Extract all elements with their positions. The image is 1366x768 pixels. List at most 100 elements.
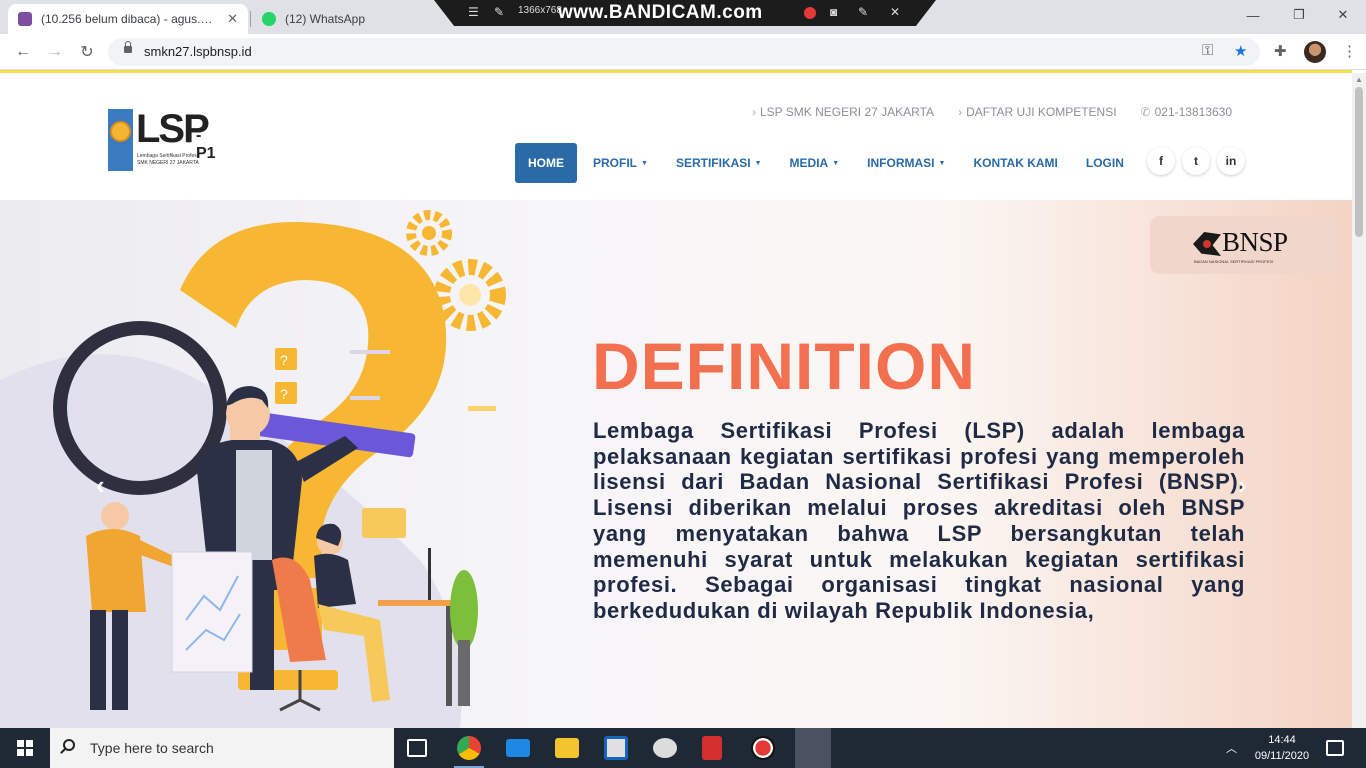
paint-icon[interactable] bbox=[653, 738, 677, 758]
twitter-icon: t bbox=[1194, 154, 1198, 168]
hero-illustration: ? ? bbox=[0, 210, 506, 728]
bnsp-logo-mark bbox=[1193, 232, 1221, 256]
top-link-label: LSP SMK NEGERI 27 JAKARTA bbox=[760, 105, 935, 119]
back-button[interactable]: ← bbox=[12, 41, 34, 63]
twitter-button[interactable]: t bbox=[1182, 147, 1210, 175]
key-icon[interactable]: ⚿ bbox=[1202, 42, 1213, 59]
slider-next-arrow[interactable]: › bbox=[1238, 470, 1247, 501]
restore-button[interactable]: ❐ bbox=[1276, 0, 1322, 30]
top-link-label: 021-13813630 bbox=[1154, 105, 1233, 119]
nav-kontak-kami[interactable]: KONTAK KAMI bbox=[973, 156, 1057, 170]
taskbar-clock[interactable]: 14:44 09/11/2020 bbox=[1252, 732, 1312, 764]
tab-title: (12) WhatsApp bbox=[285, 12, 366, 26]
minimize-button[interactable]: — bbox=[1230, 0, 1276, 30]
tab-close-icon[interactable]: ✕ bbox=[227, 11, 238, 27]
close-icon[interactable]: ✕ bbox=[890, 5, 900, 19]
logo-subtitle-school: SMK NEGERI 27 JAKARTA bbox=[137, 160, 199, 166]
profile-avatar[interactable] bbox=[1304, 41, 1326, 63]
menu-icon[interactable]: ☰ bbox=[468, 5, 479, 19]
bnsp-tagline: BADAN NASIONAL SERTIFIKASI PROFESI bbox=[1194, 259, 1274, 264]
browser-toolbar: ← → ↻ smkn27.lspbnsp.id ⚿ ★ ✚ ⋮ bbox=[0, 34, 1366, 70]
nav-media[interactable]: MEDIA ▼ bbox=[790, 156, 840, 170]
caret-down-icon: ▼ bbox=[938, 159, 946, 167]
top-link-daftar[interactable]: › DAFTAR UJI KOMPETENSI bbox=[958, 105, 1116, 119]
mail-icon bbox=[18, 12, 32, 26]
page-scrollbar[interactable]: ▲ bbox=[1352, 73, 1366, 728]
extensions-icon[interactable]: ✚ bbox=[1274, 42, 1287, 60]
reload-icon: ↻ bbox=[80, 44, 94, 61]
nav-profil[interactable]: PROFIL ▼ bbox=[593, 156, 648, 170]
clock-date: 09/11/2020 bbox=[1254, 750, 1310, 762]
tab-title: (10.256 belum dibaca) - agus.sa: bbox=[41, 12, 216, 26]
nav-label: PROFIL bbox=[593, 156, 637, 170]
notification-icon[interactable] bbox=[1326, 740, 1344, 756]
nav-label: LOGIN bbox=[1085, 156, 1124, 170]
bookmark-star-icon[interactable]: ★ bbox=[1234, 42, 1247, 60]
arrow-right-icon: → bbox=[47, 43, 63, 60]
top-link-phone[interactable]: ✆ 021-13813630 bbox=[1141, 105, 1232, 119]
top-link-label: DAFTAR UJI KOMPETENSI bbox=[966, 105, 1117, 119]
bnsp-wordmark: BNSP bbox=[1222, 227, 1288, 257]
bandicam-watermark: www.BANDICAM.com bbox=[558, 2, 763, 23]
main-nav: HOME PROFIL ▼ SERTIFIKASI ▼ MEDIA ▼ INFORMA… bbox=[515, 143, 1152, 183]
hero-slider: ? ? BNSP BADAN NASIONAL SERTIFIKASI PROF… bbox=[0, 200, 1352, 728]
hero-title: DEFINITION bbox=[592, 329, 976, 403]
record-icon[interactable] bbox=[804, 7, 816, 19]
bnsp-badge: BNSP BADAN NASIONAL SERTIFIKASI PROFESI bbox=[1150, 216, 1338, 274]
svg-text:?: ? bbox=[280, 386, 288, 402]
linkedin-button[interactable]: in bbox=[1217, 147, 1245, 175]
hero-body: Lembaga Sertifikasi Profesi (LSP) adalah… bbox=[593, 418, 1245, 623]
bandicam-record-icon[interactable] bbox=[751, 736, 775, 760]
tray-chevron-icon[interactable]: ︿ bbox=[1226, 728, 1237, 768]
tab-gmail[interactable]: (10.256 belum dibaca) - agus.sa: ✕ bbox=[8, 4, 248, 34]
linkedin-icon: in bbox=[1225, 154, 1237, 168]
store-icon[interactable] bbox=[604, 736, 628, 760]
windows-taskbar: Type here to search ︿ 14:44 09/11/2020 bbox=[0, 728, 1366, 768]
site-logo[interactable]: LSP -P1 Lembaga Sertifikasi Profesi SMK … bbox=[108, 107, 220, 173]
mail-app-icon[interactable] bbox=[506, 739, 530, 757]
nav-label: HOME bbox=[528, 156, 564, 170]
top-links: › LSP SMK NEGERI 27 JAKARTA › DAFTAR UJI K… bbox=[752, 105, 1232, 119]
slider-prev-arrow[interactable]: ‹ bbox=[96, 470, 105, 501]
scrollbar-thumb[interactable] bbox=[1355, 87, 1363, 237]
top-link-lsp[interactable]: › LSP SMK NEGERI 27 JAKARTA bbox=[752, 105, 934, 119]
window-close-button[interactable]: ✕ bbox=[1320, 0, 1366, 30]
nav-label: MEDIA bbox=[789, 156, 829, 170]
pencil-icon[interactable]: ✎ bbox=[858, 5, 868, 19]
logo-suffix: -P1 bbox=[196, 127, 216, 162]
recording-resolution: 1366x768 bbox=[518, 5, 562, 16]
chrome-icon[interactable] bbox=[457, 736, 481, 760]
logo-subtitle: Lembaga Sertifikasi Profesi bbox=[137, 153, 198, 159]
caret-down-icon: ▼ bbox=[832, 159, 840, 167]
reload-button[interactable]: ↻ bbox=[76, 41, 98, 63]
pin-icon[interactable]: ✎ bbox=[494, 5, 504, 19]
facebook-button[interactable]: f bbox=[1147, 147, 1175, 175]
nav-label: SERTIFIKASI bbox=[675, 156, 751, 170]
address-bar[interactable]: smkn27.lspbnsp.id ⚿ ★ bbox=[108, 38, 1260, 66]
forward-button[interactable]: → bbox=[44, 41, 66, 63]
nav-sertifikasi[interactable]: SERTIFIKASI ▼ bbox=[676, 156, 762, 170]
globe-icon bbox=[110, 121, 131, 142]
task-view-icon[interactable] bbox=[407, 739, 427, 757]
tab-whatsapp[interactable]: (12) WhatsApp bbox=[252, 4, 442, 34]
nav-informasi[interactable]: INFORMASI ▼ bbox=[867, 156, 945, 170]
taskbar-search[interactable]: Type here to search bbox=[50, 728, 394, 768]
caret-down-icon: ▼ bbox=[754, 159, 762, 167]
web-page: LSP -P1 Lembaga Sertifikasi Profesi SMK … bbox=[0, 73, 1352, 728]
nav-home[interactable]: HOME bbox=[515, 143, 577, 183]
lock-icon bbox=[124, 41, 132, 53]
whatsapp-icon bbox=[262, 12, 276, 26]
bandicam-app-icon[interactable] bbox=[795, 728, 831, 768]
scroll-up-icon[interactable]: ▲ bbox=[1355, 75, 1363, 84]
start-button[interactable] bbox=[0, 728, 50, 768]
arrow-left-icon: ← bbox=[15, 43, 31, 60]
nav-login[interactable]: LOGIN bbox=[1086, 156, 1124, 170]
windows-logo-icon bbox=[17, 740, 33, 756]
more-menu-icon[interactable]: ⋮ bbox=[1342, 42, 1357, 60]
svg-text:?: ? bbox=[280, 352, 288, 368]
screen: (10.256 belum dibaca) - agus.sa: ✕ (12) … bbox=[0, 0, 1366, 768]
file-explorer-icon[interactable] bbox=[555, 738, 579, 758]
pdf-reader-icon[interactable] bbox=[702, 736, 722, 760]
camera-icon[interactable]: ◙ bbox=[830, 5, 837, 19]
chevron-right-icon: › bbox=[958, 105, 963, 119]
